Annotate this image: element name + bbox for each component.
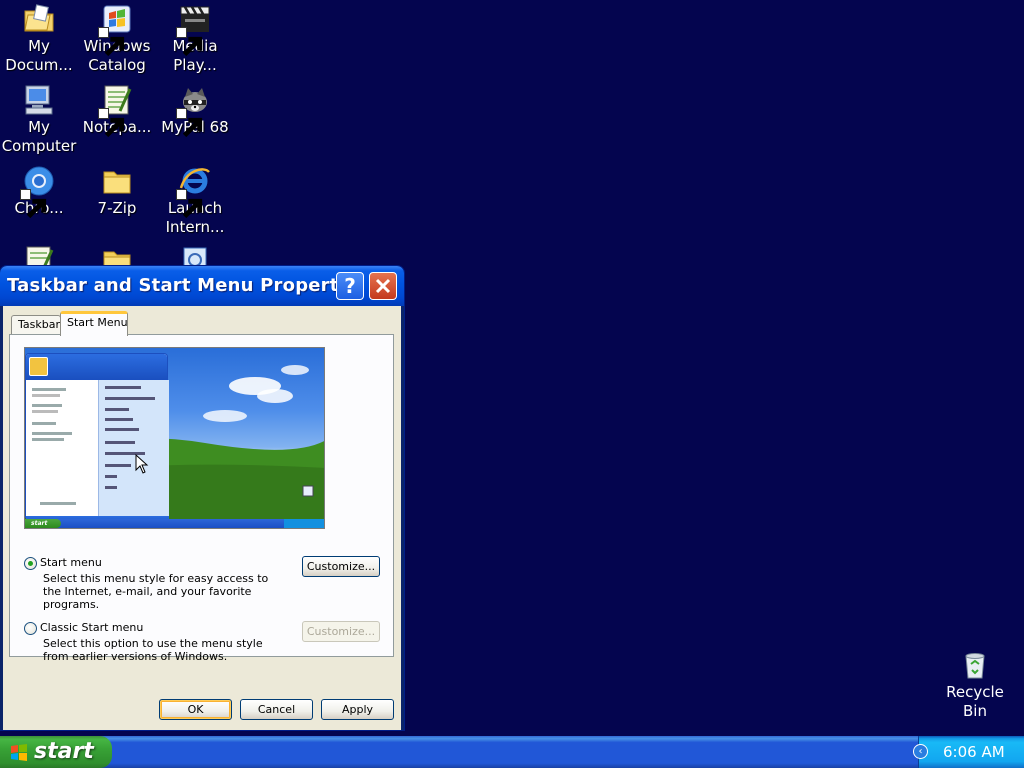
- dialog-titlebar[interactable]: Taskbar and Start Menu Propert... ?: [0, 266, 404, 306]
- folder-icon: [100, 164, 134, 198]
- desktop-icon-label: 7-Zip: [97, 199, 137, 217]
- start-menu-radio[interactable]: [24, 557, 37, 570]
- system-tray: ‹ 6:06 AM: [913, 736, 1024, 768]
- close-button[interactable]: [369, 272, 397, 300]
- tab-label: Taskbar: [18, 318, 60, 331]
- windows-logo-icon: [11, 744, 27, 761]
- desktop-icon-internet-explorer[interactable]: Launch Intern...: [156, 164, 234, 237]
- desktop-icon-notepad[interactable]: Notepa...: [78, 83, 156, 138]
- chrome-icon: [20, 164, 56, 219]
- classic-start-menu-radio[interactable]: [24, 622, 37, 635]
- ok-button[interactable]: OK: [159, 699, 232, 720]
- show-hidden-icons-button[interactable]: ‹: [913, 744, 928, 759]
- shortcut-arrow-icon: [176, 27, 203, 57]
- desktop-icon-windows-catalog[interactable]: Windows Catalog: [78, 2, 156, 75]
- shortcut-arrow-icon: [20, 189, 47, 219]
- start-menu-preview-image: start: [24, 347, 325, 529]
- desktop-icon-my-documents[interactable]: My Docum...: [0, 2, 78, 75]
- desktop-icon-label: Recycle Bin: [946, 683, 1004, 720]
- preview-start-menu: [25, 353, 169, 525]
- desktop-icon-7zip[interactable]: 7-Zip: [78, 164, 156, 218]
- apply-button[interactable]: Apply: [321, 699, 394, 720]
- start-button[interactable]: start: [0, 736, 112, 768]
- shortcut-arrow-icon: [98, 27, 125, 57]
- desktop-icon-label: My Docum...: [5, 37, 73, 74]
- clapperboard-icon: [176, 2, 212, 57]
- desktop-icon-recycle-bin[interactable]: Recycle Bin: [936, 648, 1014, 721]
- tab-start-menu[interactable]: Start Menu: [60, 311, 128, 336]
- folder-documents-icon: [22, 2, 56, 36]
- preview-taskbar: [25, 519, 324, 528]
- shortcut-arrow-icon: [98, 108, 125, 138]
- desktop-icon-my-computer[interactable]: My Computer: [0, 83, 78, 156]
- notepad-plus-icon: [98, 83, 134, 138]
- classic-start-menu-description: Select this option to use the menu style…: [43, 637, 263, 663]
- preview-tray: [284, 519, 324, 528]
- mouse-pointer-icon: [135, 454, 149, 474]
- internet-explorer-icon: [176, 164, 212, 219]
- customize-classic-menu-button: Customize...: [302, 621, 380, 642]
- taskbar: start ‹ 6:06 AM: [0, 736, 1024, 768]
- recycle-bin-icon: [958, 648, 992, 682]
- desktop-icon-media-player[interactable]: Media Play...: [156, 2, 234, 75]
- help-icon: ?: [344, 274, 356, 298]
- dialog-title: Taskbar and Start Menu Propert...: [7, 275, 360, 296]
- windows-catalog-icon: [98, 2, 134, 57]
- cancel-button[interactable]: Cancel: [240, 699, 313, 720]
- start-menu-description: Select this menu style for easy access t…: [43, 572, 269, 611]
- desktop-icon-mypal[interactable]: MyPal 68: [156, 83, 234, 138]
- shortcut-arrow-icon: [176, 189, 203, 219]
- close-icon: [375, 278, 391, 294]
- desktop-icon-label: My Computer: [1, 118, 77, 155]
- shortcut-arrow-icon: [176, 108, 203, 138]
- start-menu-radio-label[interactable]: Start menu: [40, 556, 102, 569]
- classic-start-menu-radio-label[interactable]: Classic Start menu: [40, 621, 143, 634]
- computer-icon: [22, 83, 56, 117]
- start-menu-tab-panel: start Start menu Select this menu style …: [9, 334, 394, 663]
- help-button[interactable]: ?: [336, 272, 364, 300]
- preview-start-button: start: [25, 519, 61, 528]
- customize-start-menu-button[interactable]: Customize...: [302, 556, 380, 577]
- user-avatar-icon: [29, 357, 48, 376]
- raccoon-icon: [176, 83, 212, 138]
- desktop-icon-chrome[interactable]: Chro...: [0, 164, 78, 219]
- dialog-client-area: Taskbar Start Menu start Start menu Sele…: [3, 306, 401, 730]
- tab-taskbar[interactable]: Taskbar: [11, 315, 61, 335]
- clock[interactable]: 6:06 AM: [943, 743, 1005, 761]
- taskbar-start-menu-properties-dialog: Taskbar and Start Menu Propert... ? Task…: [0, 266, 404, 730]
- start-label: start: [34, 739, 94, 764]
- tab-label: Start Menu: [67, 316, 128, 329]
